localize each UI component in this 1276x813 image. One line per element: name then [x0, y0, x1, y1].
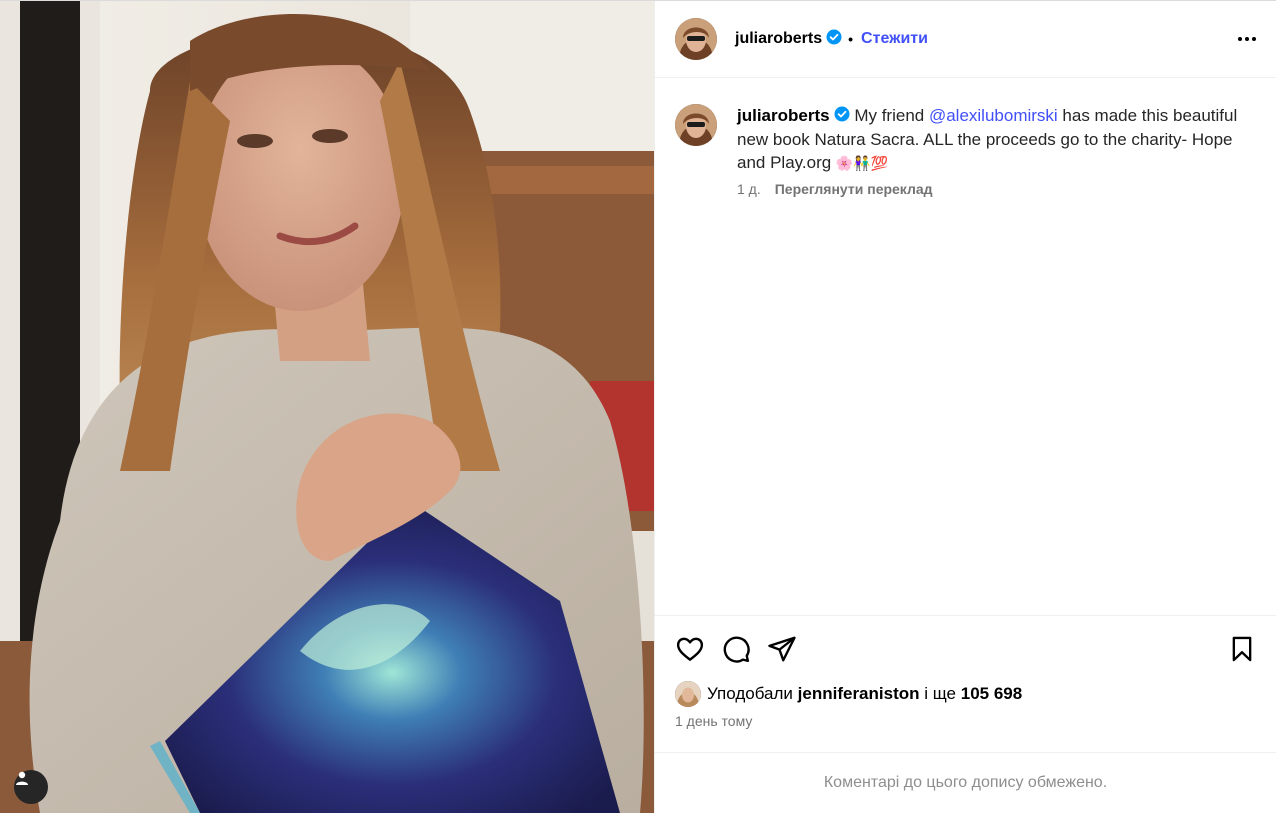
post-header: juliaroberts • Стежити	[655, 1, 1276, 78]
caption-author-avatar[interactable]	[675, 104, 717, 146]
post-side-panel: juliaroberts • Стежити juliaroberts My f…	[654, 1, 1276, 813]
avatar-image	[675, 104, 717, 146]
see-translation-button[interactable]: Переглянути переклад	[775, 181, 933, 197]
action-bar	[675, 632, 1256, 666]
heart-icon	[676, 637, 704, 661]
likes-count[interactable]: 105 698	[961, 684, 1022, 703]
caption-emojis: 🌸👫💯	[835, 155, 889, 172]
post-viewer: juliaroberts • Стежити juliaroberts My f…	[0, 0, 1276, 813]
caption-time[interactable]: 1 д.	[737, 181, 761, 197]
comments-limited-notice: Коментарі до цього допису обмежено.	[655, 752, 1276, 813]
likes-connector: і ще	[924, 684, 957, 703]
send-icon	[768, 636, 796, 662]
actions-section: Уподобали jenniferaniston і ще 105 698 1…	[655, 615, 1276, 752]
follow-button[interactable]: Стежити	[861, 30, 928, 48]
verified-badge-icon	[826, 29, 842, 50]
separator-dot: •	[848, 31, 854, 47]
user-icon	[16, 771, 28, 785]
verified-badge-icon	[834, 105, 850, 128]
save-button[interactable]	[1228, 635, 1256, 663]
likes-prefix: Уподобали	[707, 684, 793, 703]
author-username[interactable]: juliaroberts	[735, 30, 822, 48]
caption-meta: 1 д. Переглянути переклад	[737, 181, 1256, 197]
caption-mention-link[interactable]: @alexilubomirski	[929, 106, 1058, 125]
author-avatar[interactable]	[675, 18, 717, 60]
liker-username[interactable]: jenniferaniston	[798, 684, 920, 703]
post-timestamp[interactable]: 1 день тому	[675, 713, 1256, 729]
tagged-users-button[interactable]	[14, 770, 48, 804]
photo-illustration	[0, 1, 654, 813]
liker-avatar[interactable]	[675, 681, 701, 707]
caption-body: juliaroberts My friend @alexilubomirski …	[737, 104, 1256, 197]
caption-text: juliaroberts My friend @alexilubomirski …	[737, 104, 1256, 175]
post-photo[interactable]	[0, 1, 654, 813]
avatar-image	[675, 18, 717, 60]
comment-button[interactable]	[721, 634, 751, 664]
like-button[interactable]	[675, 634, 705, 664]
more-options-icon[interactable]	[1238, 31, 1256, 47]
comments-area: juliaroberts My friend @alexilubomirski …	[655, 78, 1276, 615]
caption-text-start: My friend	[849, 106, 929, 125]
avatar-image	[675, 681, 701, 707]
likes-text: Уподобали jenniferaniston і ще 105 698	[707, 684, 1022, 704]
caption: juliaroberts My friend @alexilubomirski …	[675, 104, 1256, 197]
bookmark-icon	[1232, 636, 1252, 662]
caption-username[interactable]: juliaroberts	[737, 106, 830, 125]
share-button[interactable]	[767, 634, 797, 664]
likes-summary: Уподобали jenniferaniston і ще 105 698	[675, 681, 1256, 707]
comment-icon	[723, 636, 750, 663]
